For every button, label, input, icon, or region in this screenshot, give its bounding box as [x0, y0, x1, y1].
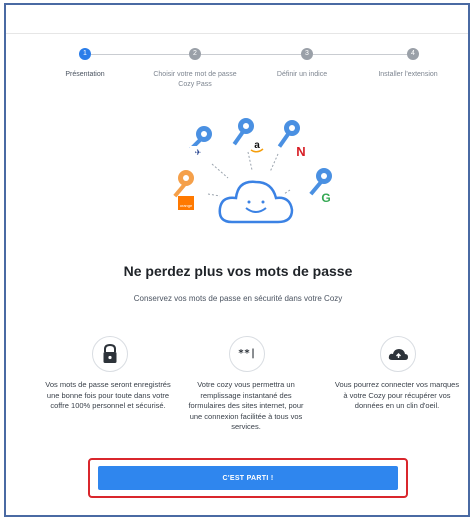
amazon-letter: a [254, 140, 260, 151]
password-keys-illustration: ✈ a N orange G [160, 112, 350, 242]
feature-password-badge: **| [229, 336, 265, 372]
feature-1-text: Vos mots de passe seront enregistrés une… [45, 380, 171, 410]
key-google-icon: G [309, 168, 332, 205]
netflix-letter: N [296, 144, 305, 159]
step-1-dot: 1 [79, 48, 91, 60]
key-netflix-icon: N [277, 120, 306, 159]
password-field-icon: **| [237, 348, 257, 359]
lock-icon [103, 343, 117, 363]
key-orange-icon: orange [173, 170, 194, 210]
step-1-label: Présentation [65, 71, 105, 78]
onboarding-stepper: 1 2 3 4 Présentation Choisir votre mot d… [0, 0, 476, 120]
step-4-dot: 4 [407, 48, 419, 60]
svg-text:✈: ✈ [195, 148, 202, 157]
google-letter: G [321, 191, 330, 205]
cloud-upload-icon [388, 349, 408, 360]
step-connector [91, 54, 189, 55]
page-title: Ne perdez plus vos mots de passe [123, 263, 353, 279]
step-4-label: Installer l'extension [378, 71, 438, 78]
step-3-dot: 3 [301, 48, 313, 60]
cloud-icon [218, 180, 294, 224]
feature-2-text: Votre cozy vous permettra un remplissage… [188, 380, 304, 431]
step-connector [201, 54, 301, 55]
start-button[interactable]: C'EST PARTI ! [98, 466, 398, 490]
key-amazon-icon: a [232, 118, 264, 153]
orange-label: orange [180, 203, 193, 208]
feature-lock-badge [92, 336, 128, 372]
step-connector [313, 54, 407, 55]
page-subtitle: Conservez vos mots de passe en sécurité … [133, 294, 343, 303]
feature-cloud-badge [380, 336, 416, 372]
step-2-label: Choisir votre mot de passe Cozy Pass [153, 71, 237, 88]
step-2-dot: 2 [189, 48, 201, 60]
key-airfrance-icon: ✈ [189, 126, 212, 158]
feature-3-text: Vous pourrez connecter vos marques à vot… [334, 380, 460, 410]
step-3-label: Définir un indice [276, 71, 328, 78]
illustration-svg: ✈ a N orange G [173, 118, 332, 224]
